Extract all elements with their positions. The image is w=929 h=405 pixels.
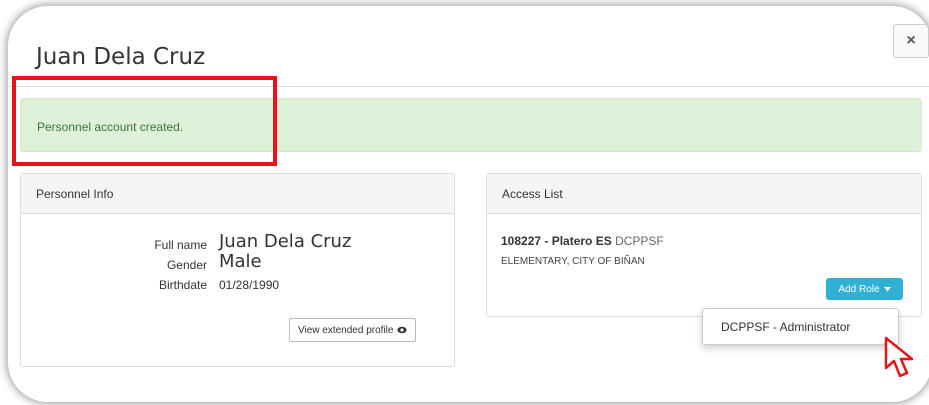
school-subtitle: ELEMENTARY, CITY OF BIÑAN (501, 256, 645, 267)
cursor-pointer-icon (884, 336, 914, 378)
birthdate-label: Birthdate (158, 278, 207, 292)
annotation-highlight-box (12, 76, 277, 166)
gender-label: Gender (166, 258, 207, 272)
eye-icon (397, 326, 408, 334)
school-tag: DCPPSF (615, 234, 664, 248)
full-name-value: Juan Dela Cruz (219, 231, 352, 252)
add-role-label: Add Role (838, 283, 880, 295)
full-name-label: Full name (154, 238, 207, 252)
personnel-info-heading: Personnel Info (21, 174, 454, 214)
add-role-dropdown-menu: DCPPSF - Administrator (702, 308, 899, 345)
school-code-name: 108227 - Platero ES (501, 234, 612, 248)
close-icon: × (906, 32, 916, 49)
caret-down-icon (883, 286, 891, 291)
birthdate-value: 01/28/1990 (219, 278, 280, 292)
personnel-info-panel: Personnel Info Full name Juan Dela Cruz … (20, 173, 455, 367)
add-role-button[interactable]: Add Role (826, 278, 903, 300)
school-entry: 108227 - Platero ES DCPPSF (501, 234, 664, 248)
dropdown-item-dcppsf-administrator[interactable]: DCPPSF - Administrator (721, 320, 850, 334)
access-list-heading: Access List (487, 174, 921, 214)
view-extended-profile-button[interactable]: View extended profile (289, 318, 417, 342)
access-list-panel: Access List 108227 - Platero ES DCPPSF E… (486, 173, 922, 317)
close-button[interactable]: × (893, 24, 929, 58)
gender-value: Male (219, 251, 262, 272)
modal-title: Juan Dela Cruz (36, 44, 206, 70)
extended-profile-label: View extended profile (298, 324, 394, 336)
